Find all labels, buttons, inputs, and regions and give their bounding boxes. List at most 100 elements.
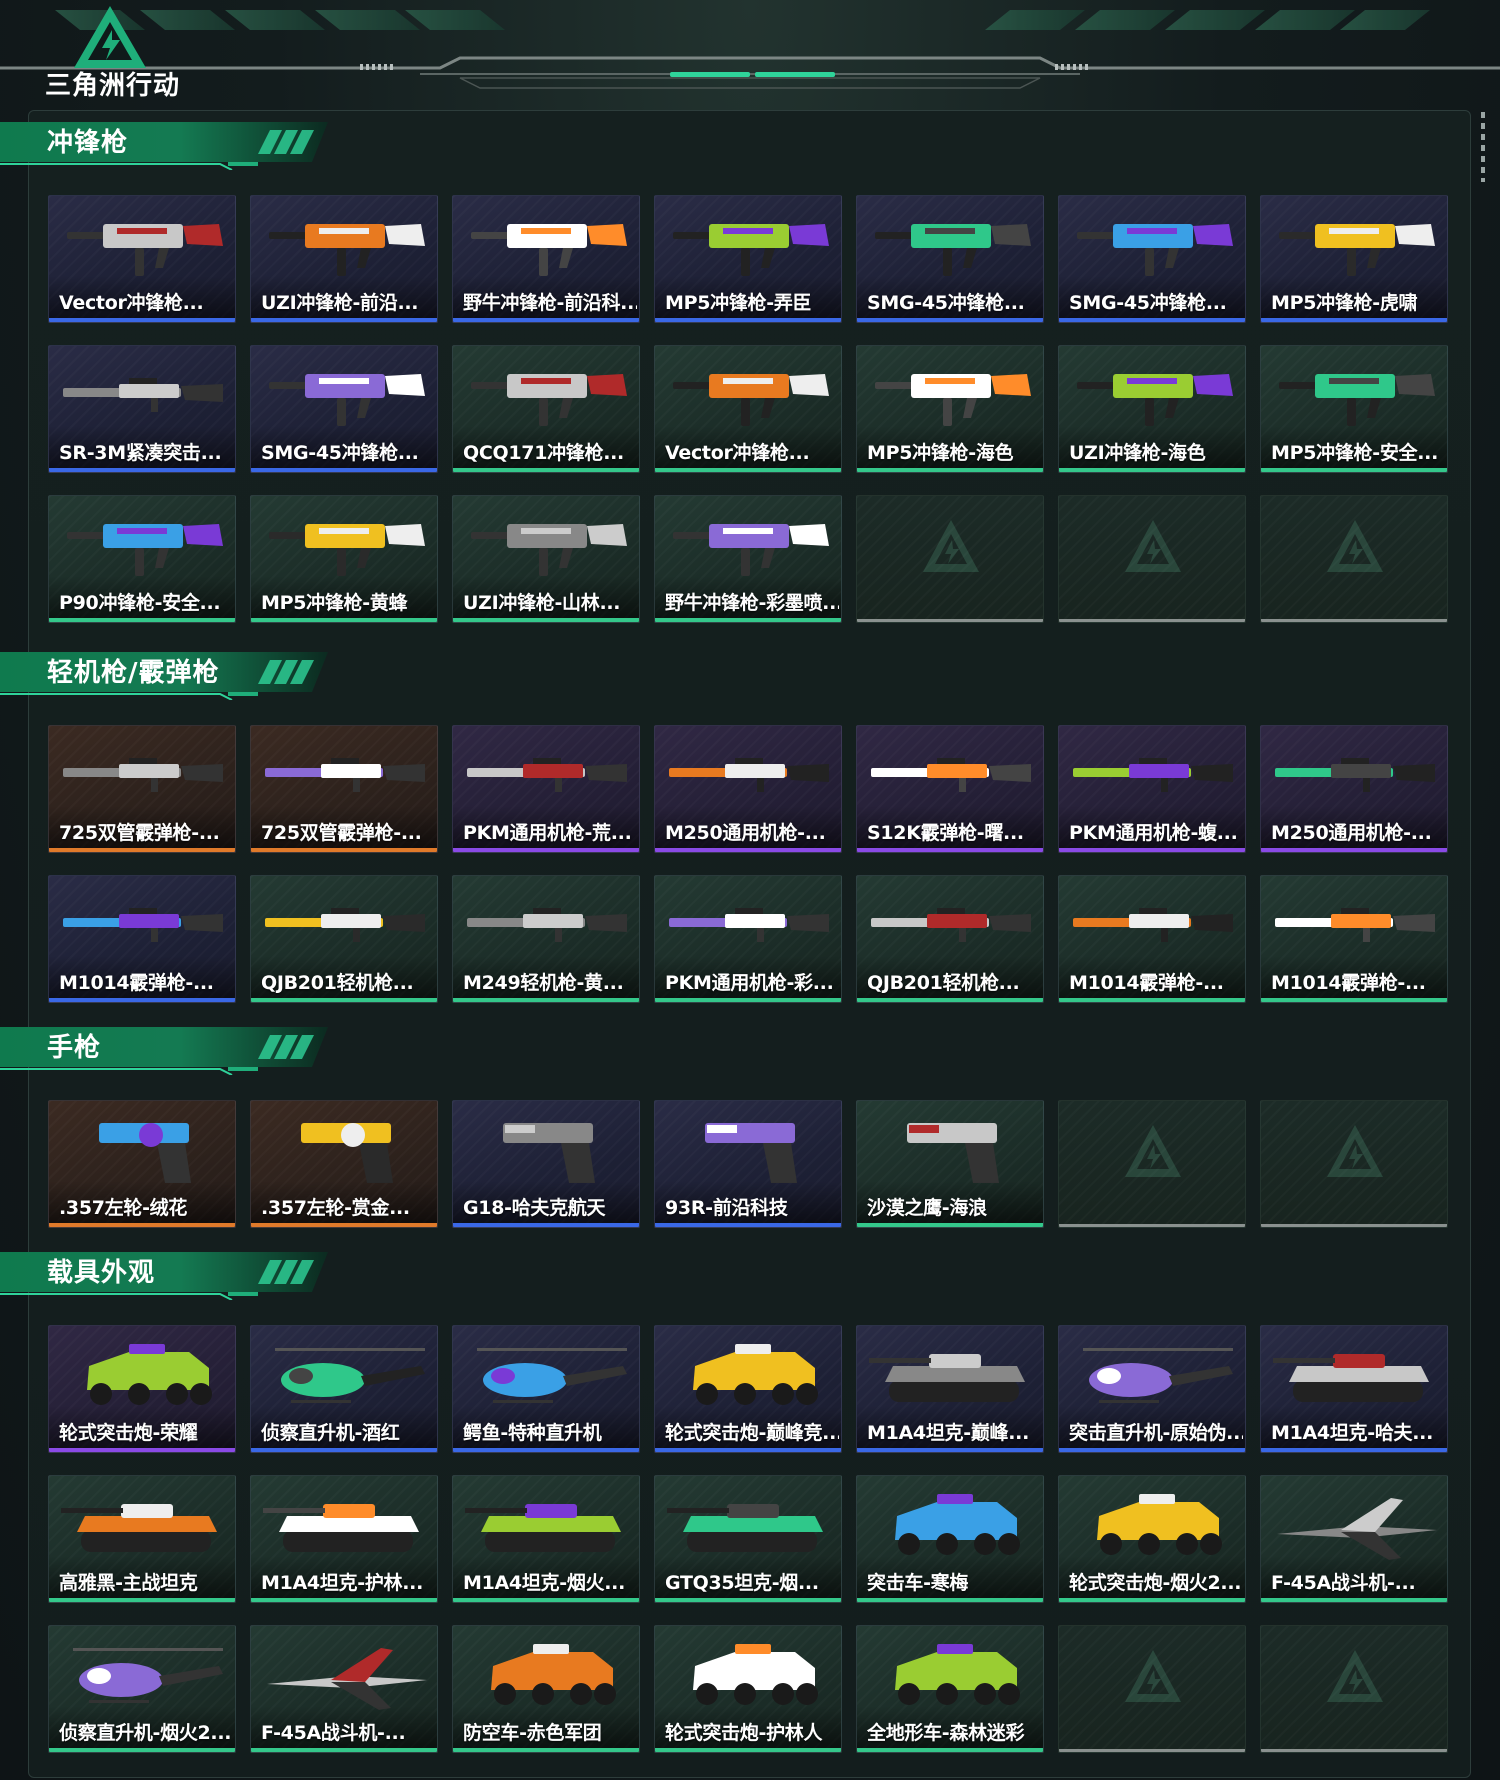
section-header-2: 手枪 <box>0 1025 330 1075</box>
item-card[interactable]: 侦察直升机-烟火2... <box>48 1625 236 1753</box>
item-card[interactable]: 725双管霰弹枪-... <box>48 725 236 853</box>
item-card[interactable]: M1014霰弹枪-... <box>48 875 236 1003</box>
item-card[interactable]: M1A4坦克-哈夫... <box>1260 1325 1448 1453</box>
shotgun-icon <box>265 758 425 792</box>
item-card[interactable]: 侦察直升机-酒红 <box>250 1325 438 1453</box>
rarity-bar <box>1261 1224 1447 1227</box>
rarity-bar <box>251 1748 437 1752</box>
item-card[interactable]: SMG-45冲锋枪... <box>1058 195 1246 323</box>
scrollbar[interactable] <box>1481 112 1485 182</box>
item-card[interactable]: M1014霰弹枪-... <box>1058 875 1246 1003</box>
item-name: UZI冲锋枪-山林... <box>463 592 621 614</box>
item-card[interactable]: 轮式突击炮-护林人 <box>654 1625 842 1753</box>
rarity-bar <box>49 848 235 852</box>
armored-car-icon <box>1097 1494 1222 1555</box>
tank-icon <box>1273 1354 1429 1402</box>
rifle-icon <box>63 378 223 412</box>
item-card[interactable]: M1A4坦克-巅峰... <box>856 1325 1044 1453</box>
item-card[interactable]: PKM通用机枪-彩... <box>654 875 842 1003</box>
item-card[interactable]: 轮式突击炮-巅峰竞... <box>654 1325 842 1453</box>
armored-car-icon <box>693 1644 818 1705</box>
rarity-bar <box>655 318 841 322</box>
item-card[interactable]: F-45A战斗机-... <box>1260 1475 1448 1603</box>
shotgun-icon <box>63 908 223 942</box>
section-header-1: 轻机枪/霰弹枪 <box>0 650 330 700</box>
app-logo-text: 三角洲行动 <box>45 71 181 101</box>
rarity-bar <box>1261 848 1447 852</box>
item-card[interactable]: 突击车-寒梅 <box>856 1475 1044 1603</box>
rarity-bar <box>655 998 841 1002</box>
armored-car-icon <box>491 1644 616 1705</box>
item-name: 突击直升机-原始伪... <box>1069 1422 1243 1444</box>
rarity-bar <box>857 1223 1043 1227</box>
item-card[interactable]: QJB201轻机枪... <box>250 875 438 1003</box>
item-name: UZI冲锋枪-前沿... <box>261 292 419 314</box>
item-card[interactable]: M250通用机枪-... <box>654 725 842 853</box>
item-card[interactable]: .357左轮-赏金... <box>250 1100 438 1228</box>
item-card[interactable]: PKM通用机枪-蝮... <box>1058 725 1246 853</box>
item-card[interactable]: MP5冲锋枪-虎啸 <box>1260 195 1448 323</box>
item-card[interactable]: 轮式突击炮-荣耀 <box>48 1325 236 1453</box>
item-card[interactable]: UZI冲锋枪-前沿... <box>250 195 438 323</box>
item-name: QCQ171冲锋枪... <box>463 442 624 464</box>
empty-slot <box>1058 1100 1246 1228</box>
item-card[interactable]: MP5冲锋枪-安全... <box>1260 345 1448 473</box>
item-name: MP5冲锋枪-海色 <box>867 442 1014 464</box>
item-card[interactable]: 轮式突击炮-烟火2... <box>1058 1475 1246 1603</box>
item-card[interactable]: 突击直升机-原始伪... <box>1058 1325 1246 1453</box>
item-card[interactable]: QCQ171冲锋枪... <box>452 345 640 473</box>
pistol-icon <box>705 1123 797 1183</box>
item-card[interactable]: 野牛冲锋枪-前沿科... <box>452 195 640 323</box>
item-card[interactable]: MP5冲锋枪-弄臣 <box>654 195 842 323</box>
item-card[interactable]: .357左轮-绒花 <box>48 1100 236 1228</box>
item-card[interactable]: M249轻机枪-黄... <box>452 875 640 1003</box>
rarity-bar <box>857 1448 1043 1452</box>
item-card[interactable]: MP5冲锋枪-海色 <box>856 345 1044 473</box>
item-card[interactable]: G18-哈夫克航天 <box>452 1100 640 1228</box>
item-card[interactable]: 鳄鱼-特种直升机 <box>452 1325 640 1453</box>
item-card[interactable]: M1014霰弹枪-... <box>1260 875 1448 1003</box>
shotgun-icon <box>1073 908 1233 942</box>
item-card[interactable]: M1A4坦克-烟火... <box>452 1475 640 1603</box>
jet-icon <box>1277 1498 1437 1560</box>
item-card[interactable]: MP5冲锋枪-黄蜂 <box>250 495 438 623</box>
item-card[interactable]: M250通用机枪-... <box>1260 725 1448 853</box>
rarity-bar <box>453 1223 639 1227</box>
item-card[interactable]: UZI冲锋枪-山林... <box>452 495 640 623</box>
rarity-bar <box>857 848 1043 852</box>
item-card[interactable]: SMG-45冲锋枪... <box>856 195 1044 323</box>
lmg-icon <box>669 908 829 942</box>
item-card[interactable]: PKM通用机枪-荒... <box>452 725 640 853</box>
lmg-icon <box>1073 758 1233 792</box>
item-card[interactable]: 野牛冲锋枪-彩墨喷... <box>654 495 842 623</box>
item-name: GTQ35坦克-烟... <box>665 1572 819 1594</box>
item-card[interactable]: UZI冲锋枪-海色 <box>1058 345 1246 473</box>
item-card[interactable]: S12K霰弹枪-曙... <box>856 725 1044 853</box>
item-card[interactable]: F-45A战斗机-... <box>250 1625 438 1753</box>
item-card[interactable]: SMG-45冲锋枪... <box>250 345 438 473</box>
item-card[interactable]: P90冲锋枪-安全... <box>48 495 236 623</box>
item-name: 防空车-赤色军团 <box>463 1722 602 1744</box>
item-card[interactable]: M1A4坦克-护林... <box>250 1475 438 1603</box>
item-card[interactable]: QJB201轻机枪... <box>856 875 1044 1003</box>
item-card[interactable]: 725双管霰弹枪-... <box>250 725 438 853</box>
item-card[interactable]: GTQ35坦克-烟... <box>654 1475 842 1603</box>
item-card[interactable]: 93R-前沿科技 <box>654 1100 842 1228</box>
item-card[interactable]: 全地形车-森林迷彩 <box>856 1625 1044 1753</box>
rarity-bar <box>251 848 437 852</box>
smg-icon <box>673 524 829 576</box>
rarity-bar <box>1261 468 1447 472</box>
rarity-bar <box>1261 1448 1447 1452</box>
rarity-bar <box>453 998 639 1002</box>
rarity-bar <box>1059 1749 1245 1752</box>
item-card[interactable]: 高雅黑-主战坦克 <box>48 1475 236 1603</box>
empty-slot <box>1260 1625 1448 1753</box>
item-card[interactable]: 防空车-赤色军团 <box>452 1625 640 1753</box>
item-name: G18-哈夫克航天 <box>463 1197 606 1219</box>
item-name: 野牛冲锋枪-前沿科... <box>463 292 637 314</box>
shotgun-icon <box>871 758 1031 792</box>
item-card[interactable]: SR-3M紧凑突击... <box>48 345 236 473</box>
item-card[interactable]: Vector冲锋枪... <box>654 345 842 473</box>
item-card[interactable]: 沙漠之鹰-海浪 <box>856 1100 1044 1228</box>
item-card[interactable]: Vector冲锋枪... <box>48 195 236 323</box>
